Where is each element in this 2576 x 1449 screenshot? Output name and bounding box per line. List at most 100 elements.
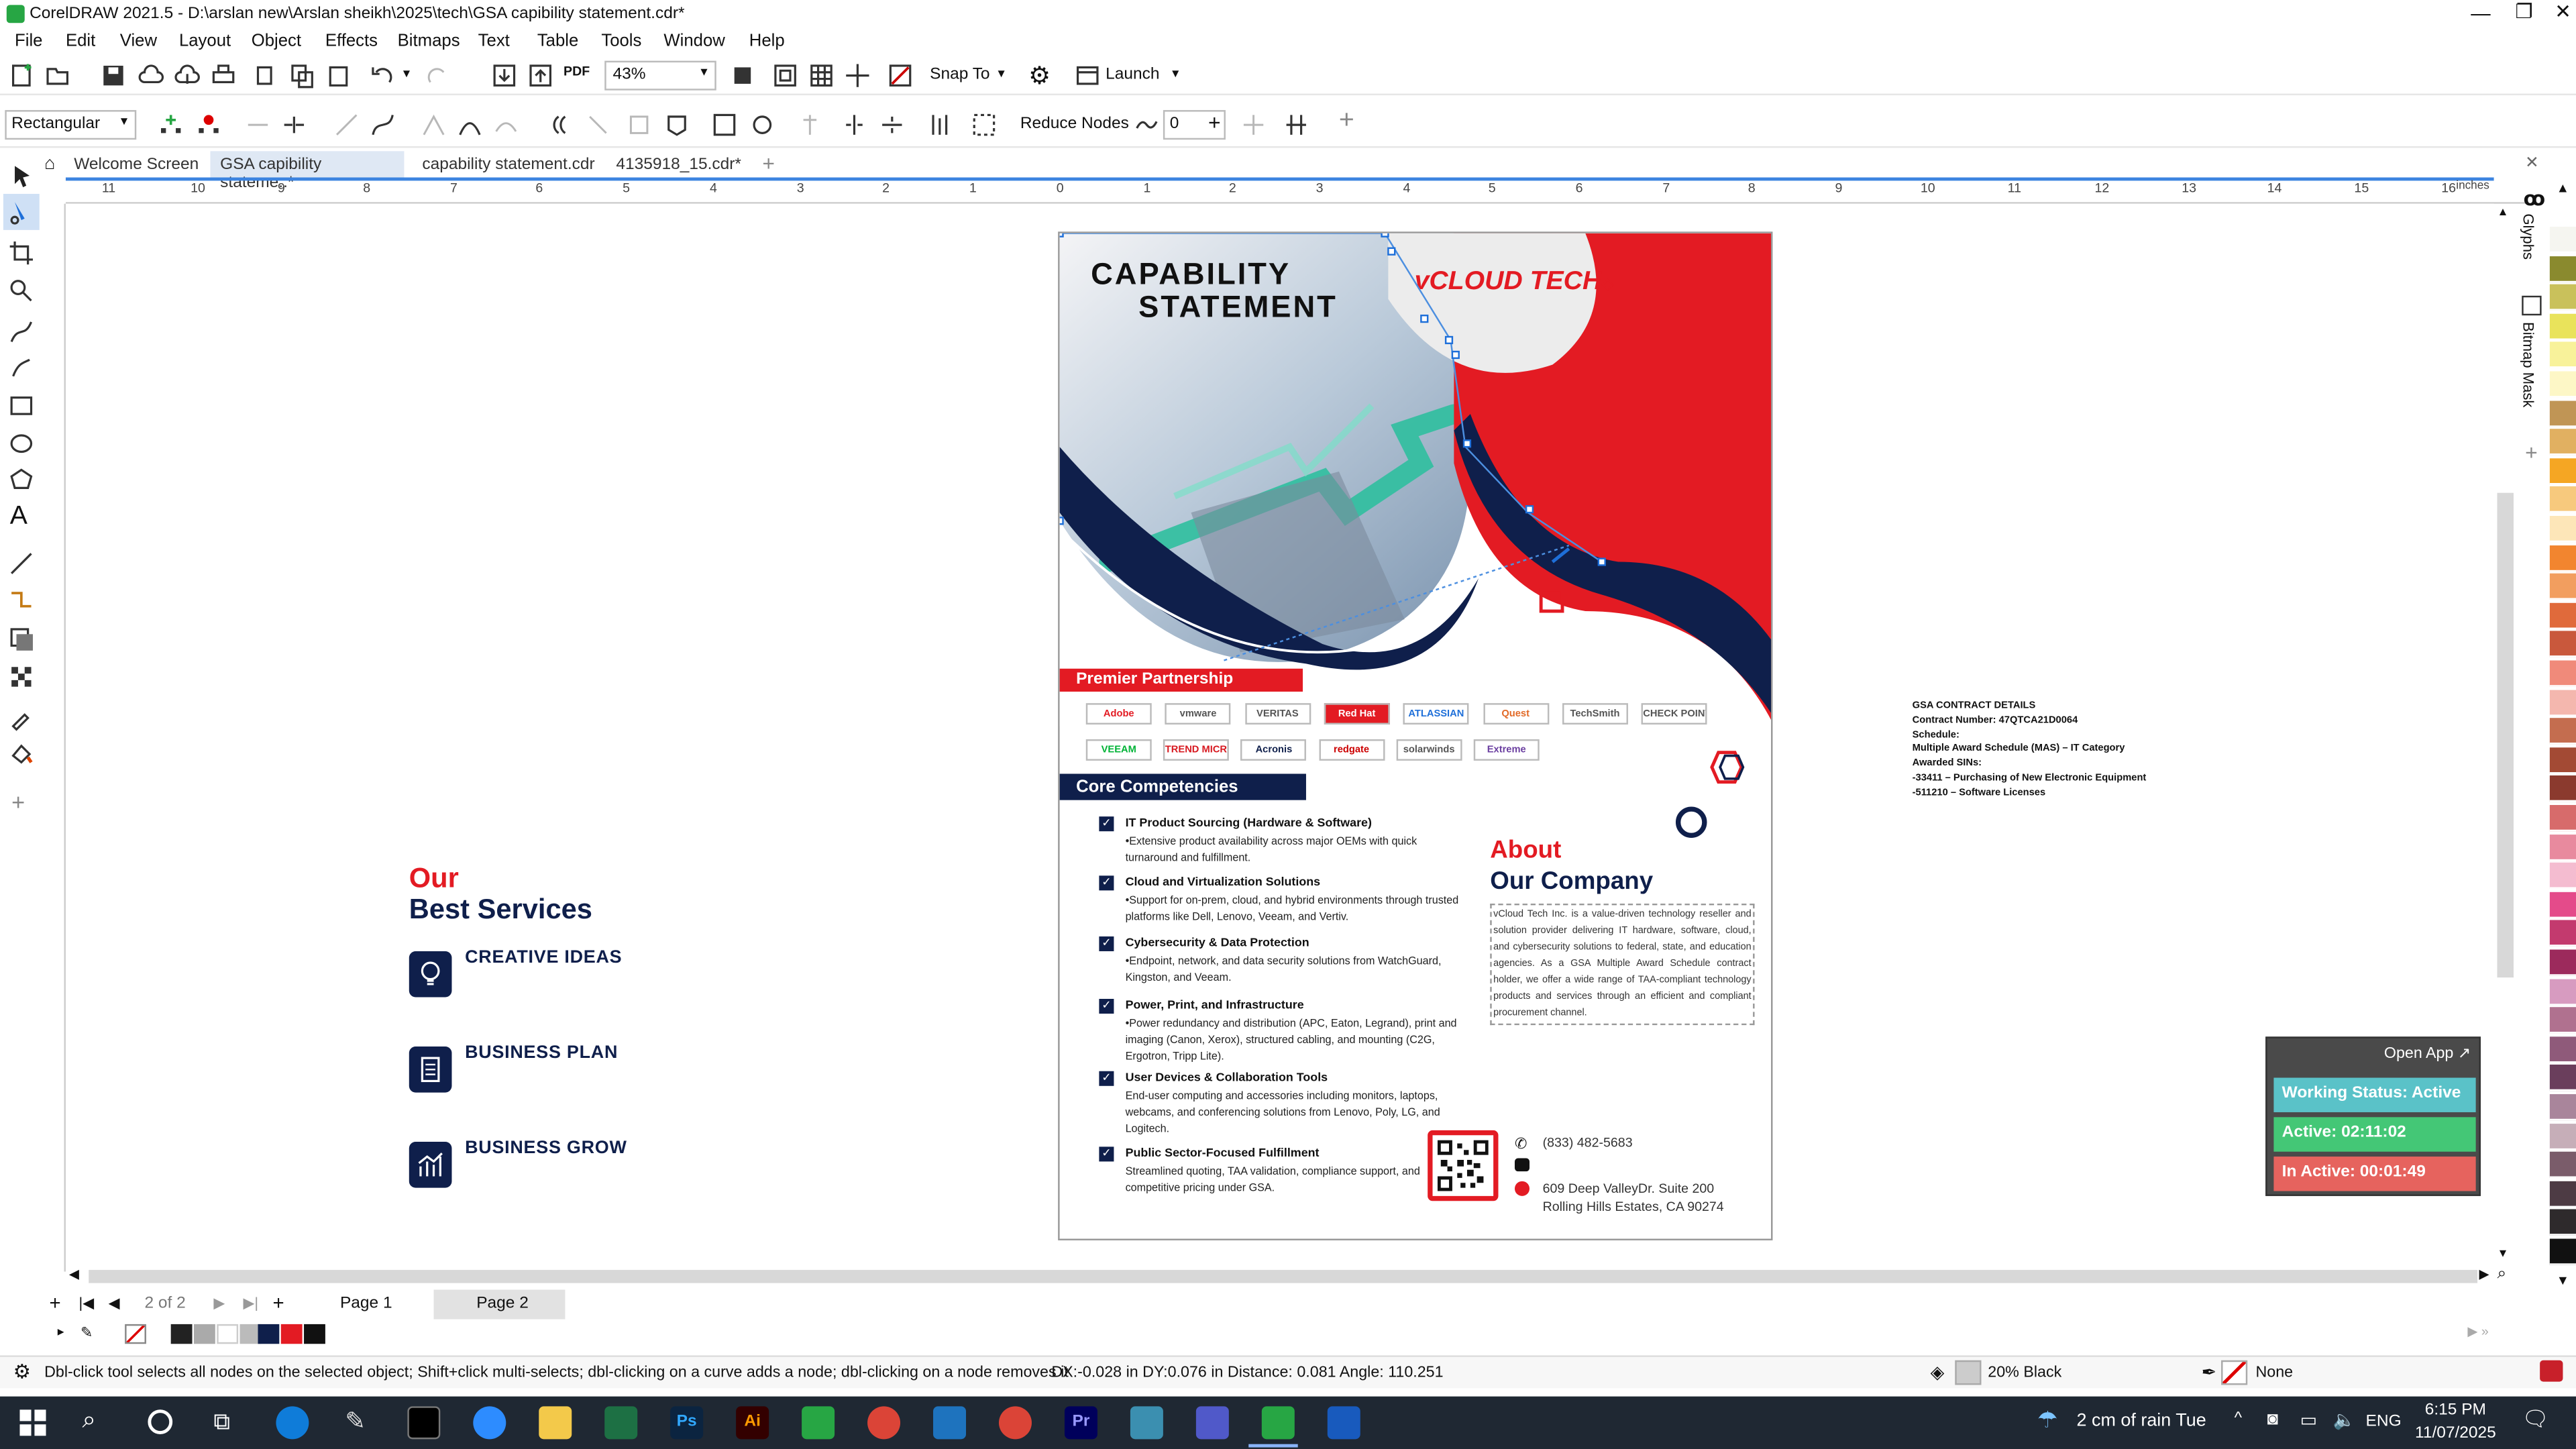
palette-swatch[interactable]: [2549, 863, 2576, 890]
zoom-to-page-icon[interactable]: [729, 62, 755, 89]
vertical-scrollbar[interactable]: [2497, 492, 2514, 978]
align-nodes-icon[interactable]: [797, 112, 823, 138]
task-view-icon[interactable]: ⧉: [213, 1408, 229, 1436]
tab-gsa-active[interactable]: GSA capibility stateme..*: [210, 151, 405, 193]
swatch[interactable]: [280, 1324, 303, 1344]
palette-swatch[interactable]: [2549, 602, 2576, 629]
cortana-icon[interactable]: [148, 1409, 173, 1434]
about-text[interactable]: vCloud Tech Inc. is a value-driven techn…: [1490, 903, 1755, 1026]
scroll-up-icon[interactable]: ▲: [2497, 207, 2508, 219]
menu-bitmaps[interactable]: Bitmaps: [398, 32, 460, 51]
eyedropper-icon[interactable]: [8, 705, 34, 731]
palette-scroll-icon[interactable]: ▶ »: [2467, 1324, 2488, 1339]
artistic-media-icon[interactable]: [8, 355, 34, 381]
clock-date[interactable]: 11/07/2025: [2415, 1424, 2496, 1442]
menu-help[interactable]: Help: [749, 32, 785, 51]
snap-to-dropdown[interactable]: Snap To: [930, 66, 989, 84]
open-app-button[interactable]: Open App ↗: [2384, 1045, 2471, 1063]
to-line-icon[interactable]: [333, 112, 360, 138]
mirror-horizontal-icon[interactable]: [841, 112, 867, 138]
palette-swatch[interactable]: [2549, 256, 2576, 282]
ellipse-tool-icon[interactable]: [8, 431, 34, 457]
swatch[interactable]: [304, 1324, 325, 1344]
menu-view[interactable]: View: [120, 32, 157, 51]
palette-swatch[interactable]: [2549, 1210, 2576, 1236]
add-page-icon[interactable]: +: [49, 1291, 60, 1314]
launch-icon[interactable]: [1075, 62, 1101, 89]
add-page-end-icon[interactable]: +: [273, 1291, 284, 1314]
palette-swatch[interactable]: [2549, 892, 2576, 918]
redo-icon[interactable]: [424, 62, 450, 89]
palette-swatch[interactable]: [2549, 313, 2576, 340]
palette-swatch[interactable]: [2549, 1152, 2576, 1179]
cloud-upload-icon[interactable]: [174, 62, 201, 89]
parallel-dimension-icon[interactable]: [8, 550, 34, 576]
palette-arrow-down-icon[interactable]: ▼: [2557, 1273, 2569, 1288]
save-icon[interactable]: [100, 62, 126, 89]
palette-swatch[interactable]: [2549, 458, 2576, 484]
new-tab-icon[interactable]: +: [762, 151, 775, 176]
bitmap-mask-tab[interactable]: Bitmap Mask: [2520, 322, 2536, 407]
restore-icon[interactable]: ❐: [2515, 0, 2532, 23]
undo-icon[interactable]: [370, 62, 396, 89]
illustrator-icon[interactable]: Ai: [736, 1406, 769, 1440]
app-icon[interactable]: [1130, 1406, 1163, 1440]
menu-window[interactable]: Window: [663, 32, 724, 51]
palette-swatch[interactable]: [2549, 284, 2576, 311]
palette-swatch[interactable]: [2549, 1181, 2576, 1208]
node-select-icon[interactable]: [1240, 112, 1267, 138]
menu-file[interactable]: File: [15, 32, 42, 51]
symmetrical-icon[interactable]: [493, 112, 519, 138]
palette-swatch[interactable]: [2549, 545, 2576, 572]
launch-button[interactable]: Launch: [1106, 66, 1159, 84]
print-icon[interactable]: [210, 62, 236, 89]
polygon-tool-icon[interactable]: [8, 467, 34, 493]
menu-text[interactable]: Text: [478, 32, 510, 51]
menu-table[interactable]: Table: [537, 32, 578, 51]
mirror-vertical-icon[interactable]: [879, 112, 905, 138]
palette-swatch[interactable]: [2549, 920, 2576, 947]
status-app-icon[interactable]: [2540, 1360, 2563, 1382]
close-curve-icon[interactable]: [663, 112, 690, 138]
cusp-icon[interactable]: [421, 112, 447, 138]
minimize-icon[interactable]: —: [2471, 1, 2490, 24]
word-icon[interactable]: [1327, 1406, 1360, 1440]
open-icon[interactable]: [44, 62, 70, 89]
rectangle-tool-icon[interactable]: [8, 392, 34, 419]
palette-arrow-up-icon[interactable]: ▲: [2557, 180, 2569, 195]
pdf-export-icon[interactable]: PDF: [564, 64, 590, 79]
extract-subpath-icon[interactable]: [626, 112, 652, 138]
chrome-profile-icon[interactable]: [998, 1406, 1032, 1440]
import-icon[interactable]: [491, 62, 517, 89]
close-tab-icon[interactable]: ✕: [2525, 154, 2539, 172]
gsa-contract-details[interactable]: GSA CONTRACT DETAILS Contract Number: 47…: [1913, 700, 2147, 801]
photoshop-icon[interactable]: Ps: [670, 1406, 704, 1440]
menu-layout[interactable]: Layout: [179, 32, 231, 51]
zoom-tool-icon[interactable]: [8, 278, 34, 304]
clock-time[interactable]: 6:15 PM: [2425, 1401, 2486, 1419]
zoom-level-field[interactable]: 43% ▼: [604, 60, 716, 91]
break-curve-icon[interactable]: [281, 112, 307, 138]
volume-icon[interactable]: 🔈: [2333, 1409, 2356, 1431]
palette-swatch[interactable]: [2549, 978, 2576, 1005]
shape-tool-active[interactable]: [3, 193, 40, 230]
palette-swatch[interactable]: [2549, 834, 2576, 861]
scroll-down-icon[interactable]: ▼: [2497, 1248, 2508, 1260]
tray-icon[interactable]: ◙: [2267, 1409, 2278, 1429]
add-tool-icon[interactable]: +: [11, 789, 25, 815]
prev-page-icon[interactable]: ◀: [109, 1295, 120, 1313]
cloud-icon[interactable]: [138, 62, 164, 89]
paste-icon[interactable]: [325, 62, 352, 89]
snap-off-icon[interactable]: [887, 62, 913, 89]
add-toolbar-icon[interactable]: +: [1339, 107, 1354, 136]
palette-swatch[interactable]: [2549, 226, 2576, 254]
tray-chevron-icon[interactable]: ^: [2235, 1409, 2243, 1428]
copy-icon[interactable]: [289, 62, 315, 89]
freehand-tool-icon[interactable]: [8, 319, 34, 345]
palette-swatch[interactable]: [2549, 400, 2576, 427]
palette-swatch[interactable]: [2549, 429, 2576, 455]
services-group[interactable]: Our Best Services: [409, 863, 738, 927]
fill-swatch[interactable]: [1955, 1360, 1982, 1385]
windows-start-icon[interactable]: [19, 1409, 46, 1436]
crop-tool-icon[interactable]: [8, 240, 34, 266]
